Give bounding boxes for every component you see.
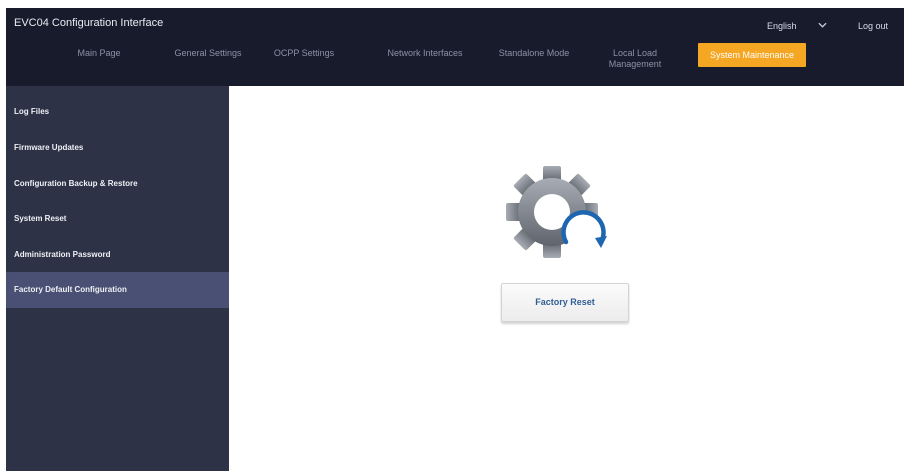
sidebar-item-administration-password[interactable]: Administration Password — [6, 237, 229, 273]
app-window: EVC04 Configuration Interface English Lo… — [6, 8, 904, 471]
nav-main-page[interactable]: Main Page — [74, 48, 124, 70]
factory-reset-button[interactable]: Factory Reset — [501, 283, 629, 322]
sidebar-item-factory-default-configuration[interactable]: Factory Default Configuration — [6, 272, 229, 308]
nav-local-load-management[interactable]: Local Load Management — [606, 48, 664, 78]
logout-link[interactable]: Log out — [858, 21, 888, 31]
nav-ocpp-settings[interactable]: OCPP Settings — [270, 48, 338, 70]
chevron-down-icon[interactable] — [818, 21, 827, 29]
sidebar-item-log-files[interactable]: Log Files — [6, 94, 229, 130]
sidebar-item-system-reset[interactable]: System Reset — [6, 201, 229, 237]
nav-network-interfaces[interactable]: Network Interfaces — [379, 48, 471, 70]
main-content: Factory Reset — [229, 86, 904, 471]
sidebar: Log Files Firmware Updates Configuration… — [6, 86, 229, 471]
sidebar-item-configuration-backup-restore[interactable]: Configuration Backup & Restore — [6, 166, 229, 202]
app-title: EVC04 Configuration Interface — [14, 17, 164, 29]
gear-refresh-icon — [506, 166, 607, 258]
nav-system-maintenance[interactable]: System Maintenance — [698, 43, 806, 67]
sidebar-item-firmware-updates[interactable]: Firmware Updates — [6, 130, 229, 166]
top-header: EVC04 Configuration Interface English Lo… — [6, 8, 904, 86]
nav-standalone-mode[interactable]: Standalone Mode — [492, 48, 576, 70]
nav-general-settings[interactable]: General Settings — [169, 48, 247, 70]
language-select[interactable]: English — [767, 21, 797, 31]
